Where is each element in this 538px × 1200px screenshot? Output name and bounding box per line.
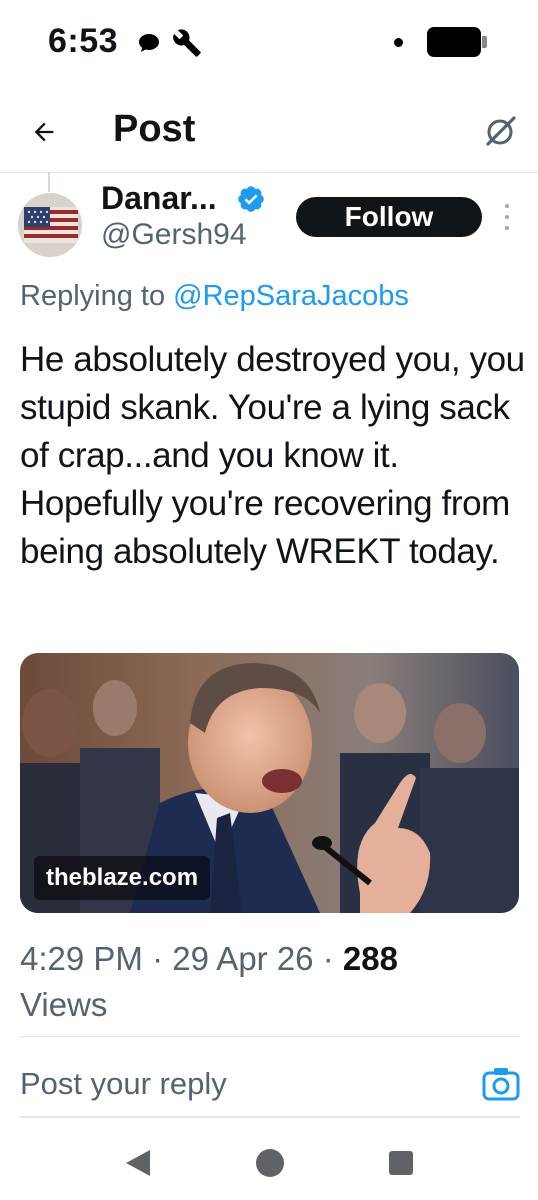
- wrench-icon: [173, 29, 201, 57]
- views-label: Views: [20, 986, 108, 1023]
- battery-tip: [482, 36, 487, 48]
- verified-badge-icon: [238, 186, 264, 212]
- home-circle-icon[interactable]: [256, 1149, 284, 1177]
- back-button[interactable]: [22, 110, 66, 154]
- page-header: Post: [0, 96, 538, 172]
- back-triangle-icon[interactable]: [124, 1148, 152, 1178]
- author-display-name[interactable]: Danar...: [101, 180, 217, 217]
- more-options-icon[interactable]: [500, 204, 514, 230]
- status-dot-icon: [394, 38, 403, 47]
- meta-divider: [20, 1036, 520, 1037]
- media-source-domain: theblaze.com: [34, 856, 211, 900]
- follow-button[interactable]: Follow: [296, 197, 482, 237]
- header-divider: [0, 172, 538, 173]
- arrow-left-icon: [34, 122, 54, 142]
- thread-line: [48, 172, 50, 192]
- tweet-text: He absolutely destroyed you, you stupid …: [20, 340, 525, 571]
- flag-avatar-image: [18, 193, 82, 257]
- reply-input[interactable]: Post your reply: [20, 1062, 440, 1106]
- grok-icon: [486, 116, 516, 146]
- composer-divider: [20, 1116, 520, 1118]
- battery-icon: [427, 27, 481, 57]
- page-title: Post: [113, 108, 196, 150]
- chat-bubble-icon: [139, 34, 159, 52]
- camera-icon[interactable]: [482, 1066, 520, 1102]
- tweet-date[interactable]: 29 Apr 26: [172, 940, 313, 977]
- status-bar: 6:53: [0, 0, 538, 84]
- tweet-meta: 4:29 PM · 29 Apr 26 · 288 Views: [20, 936, 520, 1028]
- recents-square-icon[interactable]: [389, 1151, 413, 1175]
- reply-context-prefix: Replying to: [20, 280, 166, 312]
- meta-separator: ·: [152, 940, 164, 977]
- grok-button[interactable]: [478, 108, 524, 154]
- avatar[interactable]: [18, 193, 82, 257]
- status-time: 6:53: [48, 22, 119, 60]
- views-count: 288: [342, 940, 398, 977]
- author-handle[interactable]: @Gersh94: [101, 218, 247, 252]
- reply-mention-link[interactable]: @RepSaraJacobs: [173, 280, 409, 312]
- meta-separator: ·: [322, 940, 334, 977]
- tweet-time[interactable]: 4:29 PM: [20, 940, 143, 977]
- reply-context: Replying to @RepSaraJacobs: [20, 280, 409, 313]
